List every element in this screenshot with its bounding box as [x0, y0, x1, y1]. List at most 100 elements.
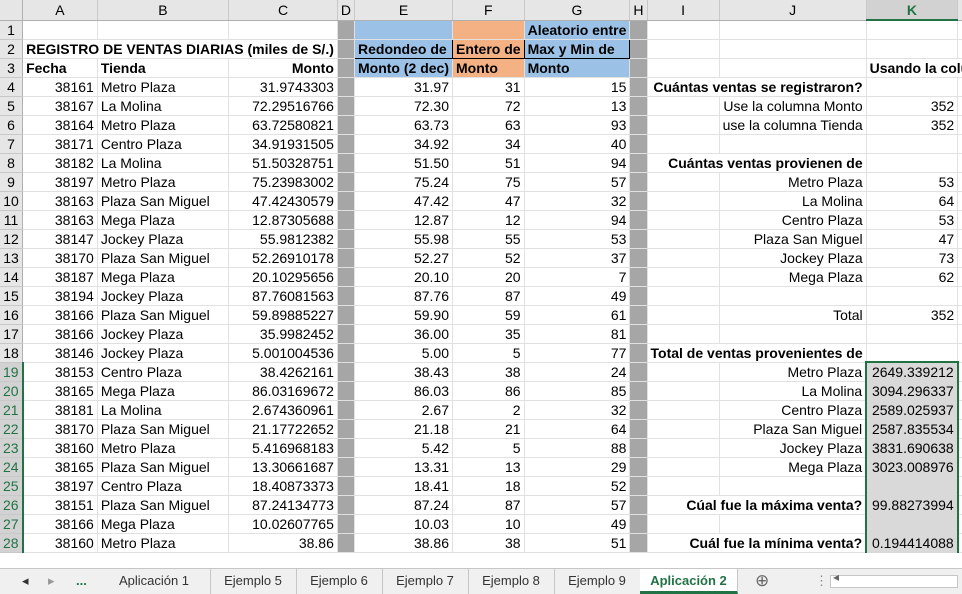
cell-B21[interactable]: La Molina: [97, 400, 230, 420]
cell-H28[interactable]: [629, 533, 648, 553]
cell-I14[interactable]: [647, 267, 720, 287]
cell-E13[interactable]: 52.27: [354, 248, 453, 268]
cell-F25[interactable]: 18: [452, 476, 525, 496]
more-tabs-button[interactable]: ...: [76, 569, 87, 594]
cell-I27[interactable]: [647, 514, 720, 534]
cell-C21[interactable]: 2.674360961: [228, 400, 338, 420]
cell-D27[interactable]: [337, 514, 356, 534]
cell-H18[interactable]: [629, 343, 648, 363]
spreadsheet-grid[interactable]: ABCDEFGHIJKL1Aleatorio entre2REGISTRO DE…: [0, 0, 962, 568]
cell-D11[interactable]: [337, 210, 356, 230]
cell-I25[interactable]: [647, 476, 720, 496]
cell-L25[interactable]: [957, 476, 962, 496]
cell-C17[interactable]: 35.9982452: [228, 324, 338, 344]
cell-D16[interactable]: [337, 305, 356, 325]
cell-J24[interactable]: Mega Plaza: [719, 457, 867, 477]
cell-L22[interactable]: [957, 419, 962, 439]
cell-G19[interactable]: 24: [524, 362, 631, 382]
cell-B3[interactable]: Tienda: [97, 58, 230, 78]
cell-K17[interactable]: [866, 324, 959, 344]
column-header-C[interactable]: C: [228, 0, 338, 21]
column-header-D[interactable]: D: [337, 0, 356, 21]
cell-D19[interactable]: [337, 362, 356, 382]
sheet-tab-ejemplo-9[interactable]: Ejemplo 9: [554, 569, 641, 594]
cell-L2[interactable]: [957, 39, 962, 59]
cell-L9[interactable]: [957, 172, 962, 192]
cell-I28[interactable]: Cuál fue la mínima venta?: [647, 533, 867, 553]
cell-D26[interactable]: [337, 495, 356, 515]
cell-A22[interactable]: 38170: [22, 419, 98, 439]
cell-I9[interactable]: [647, 172, 720, 192]
row-header-21[interactable]: 21: [0, 400, 24, 420]
row-header-19[interactable]: 19: [0, 362, 24, 382]
column-header-H[interactable]: H: [629, 0, 648, 21]
cell-G6[interactable]: 93: [524, 115, 631, 135]
cell-H14[interactable]: [629, 267, 648, 287]
cell-J3[interactable]: [719, 58, 867, 78]
cell-F24[interactable]: 13: [452, 457, 525, 477]
cell-D7[interactable]: [337, 134, 356, 154]
column-header-J[interactable]: J: [719, 0, 867, 21]
cell-E21[interactable]: 2.67: [354, 400, 453, 420]
cell-A8[interactable]: 38182: [22, 153, 98, 173]
cell-A11[interactable]: 38163: [22, 210, 98, 230]
cell-F26[interactable]: 87: [452, 495, 525, 515]
cell-J2[interactable]: [719, 39, 867, 59]
cell-F10[interactable]: 47: [452, 191, 525, 211]
cell-G26[interactable]: 57: [524, 495, 631, 515]
cell-G5[interactable]: 13: [524, 96, 631, 116]
cell-E27[interactable]: 10.03: [354, 514, 453, 534]
cell-J7[interactable]: [719, 134, 867, 154]
scroll-tabs-left-icon[interactable]: ◂: [22, 569, 29, 594]
row-header-4[interactable]: 4: [0, 77, 24, 97]
cell-C24[interactable]: 13.30661687: [228, 457, 338, 477]
cell-I18[interactable]: Total de ventas provenientes de: [647, 343, 867, 363]
cell-G15[interactable]: 49: [524, 286, 631, 306]
cell-A24[interactable]: 38165: [22, 457, 98, 477]
cell-H16[interactable]: [629, 305, 648, 325]
cell-A28[interactable]: 38160: [22, 533, 98, 553]
cell-C11[interactable]: 12.87305688: [228, 210, 338, 230]
cell-J20[interactable]: La Molina: [719, 381, 867, 401]
cell-L4[interactable]: [957, 77, 962, 97]
cell-C26[interactable]: 87.24134773: [228, 495, 338, 515]
cell-D20[interactable]: [337, 381, 356, 401]
cell-I17[interactable]: [647, 324, 720, 344]
cell-K24[interactable]: 3023.008976: [865, 457, 959, 477]
cell-G13[interactable]: 37: [524, 248, 631, 268]
cell-A15[interactable]: 38194: [22, 286, 98, 306]
column-header-G[interactable]: G: [524, 0, 631, 21]
row-header-22[interactable]: 22: [0, 419, 24, 439]
cell-H12[interactable]: [629, 229, 648, 249]
cell-J19[interactable]: Metro Plaza: [719, 362, 867, 382]
cell-I11[interactable]: [647, 210, 720, 230]
cell-A23[interactable]: 38160: [22, 438, 98, 458]
cell-F28[interactable]: 38: [452, 533, 525, 553]
row-header-27[interactable]: 27: [0, 514, 24, 534]
cell-I16[interactable]: [647, 305, 720, 325]
cell-L18[interactable]: [957, 343, 962, 363]
cell-B9[interactable]: Metro Plaza: [97, 172, 230, 192]
cell-C9[interactable]: 75.23983002: [228, 172, 338, 192]
column-header-K[interactable]: K: [866, 0, 959, 21]
cell-E15[interactable]: 87.76: [354, 286, 453, 306]
cell-J23[interactable]: Jockey Plaza: [719, 438, 867, 458]
cell-G27[interactable]: 49: [524, 514, 631, 534]
cell-B1[interactable]: [97, 20, 230, 40]
cell-A5[interactable]: 38167: [22, 96, 98, 116]
cell-L27[interactable]: [957, 514, 962, 534]
cell-E4[interactable]: 31.97: [354, 77, 453, 97]
cell-C5[interactable]: 72.29516766: [228, 96, 338, 116]
cell-B18[interactable]: Jockey Plaza: [97, 343, 230, 363]
sheet-tab-aplicaci-n-2[interactable]: Aplicación 2: [640, 569, 738, 594]
cell-D1[interactable]: [337, 20, 356, 40]
cell-E1[interactable]: [354, 20, 453, 40]
row-header-6[interactable]: 6: [0, 115, 24, 135]
cell-K19[interactable]: 2649.339212: [865, 361, 959, 382]
cell-G22[interactable]: 64: [524, 419, 631, 439]
cell-E23[interactable]: 5.42: [354, 438, 453, 458]
cell-I4[interactable]: Cuántas ventas se registraron?: [647, 77, 867, 97]
cell-I15[interactable]: [647, 286, 720, 306]
cell-A1[interactable]: [22, 20, 98, 40]
cell-H26[interactable]: [629, 495, 648, 515]
